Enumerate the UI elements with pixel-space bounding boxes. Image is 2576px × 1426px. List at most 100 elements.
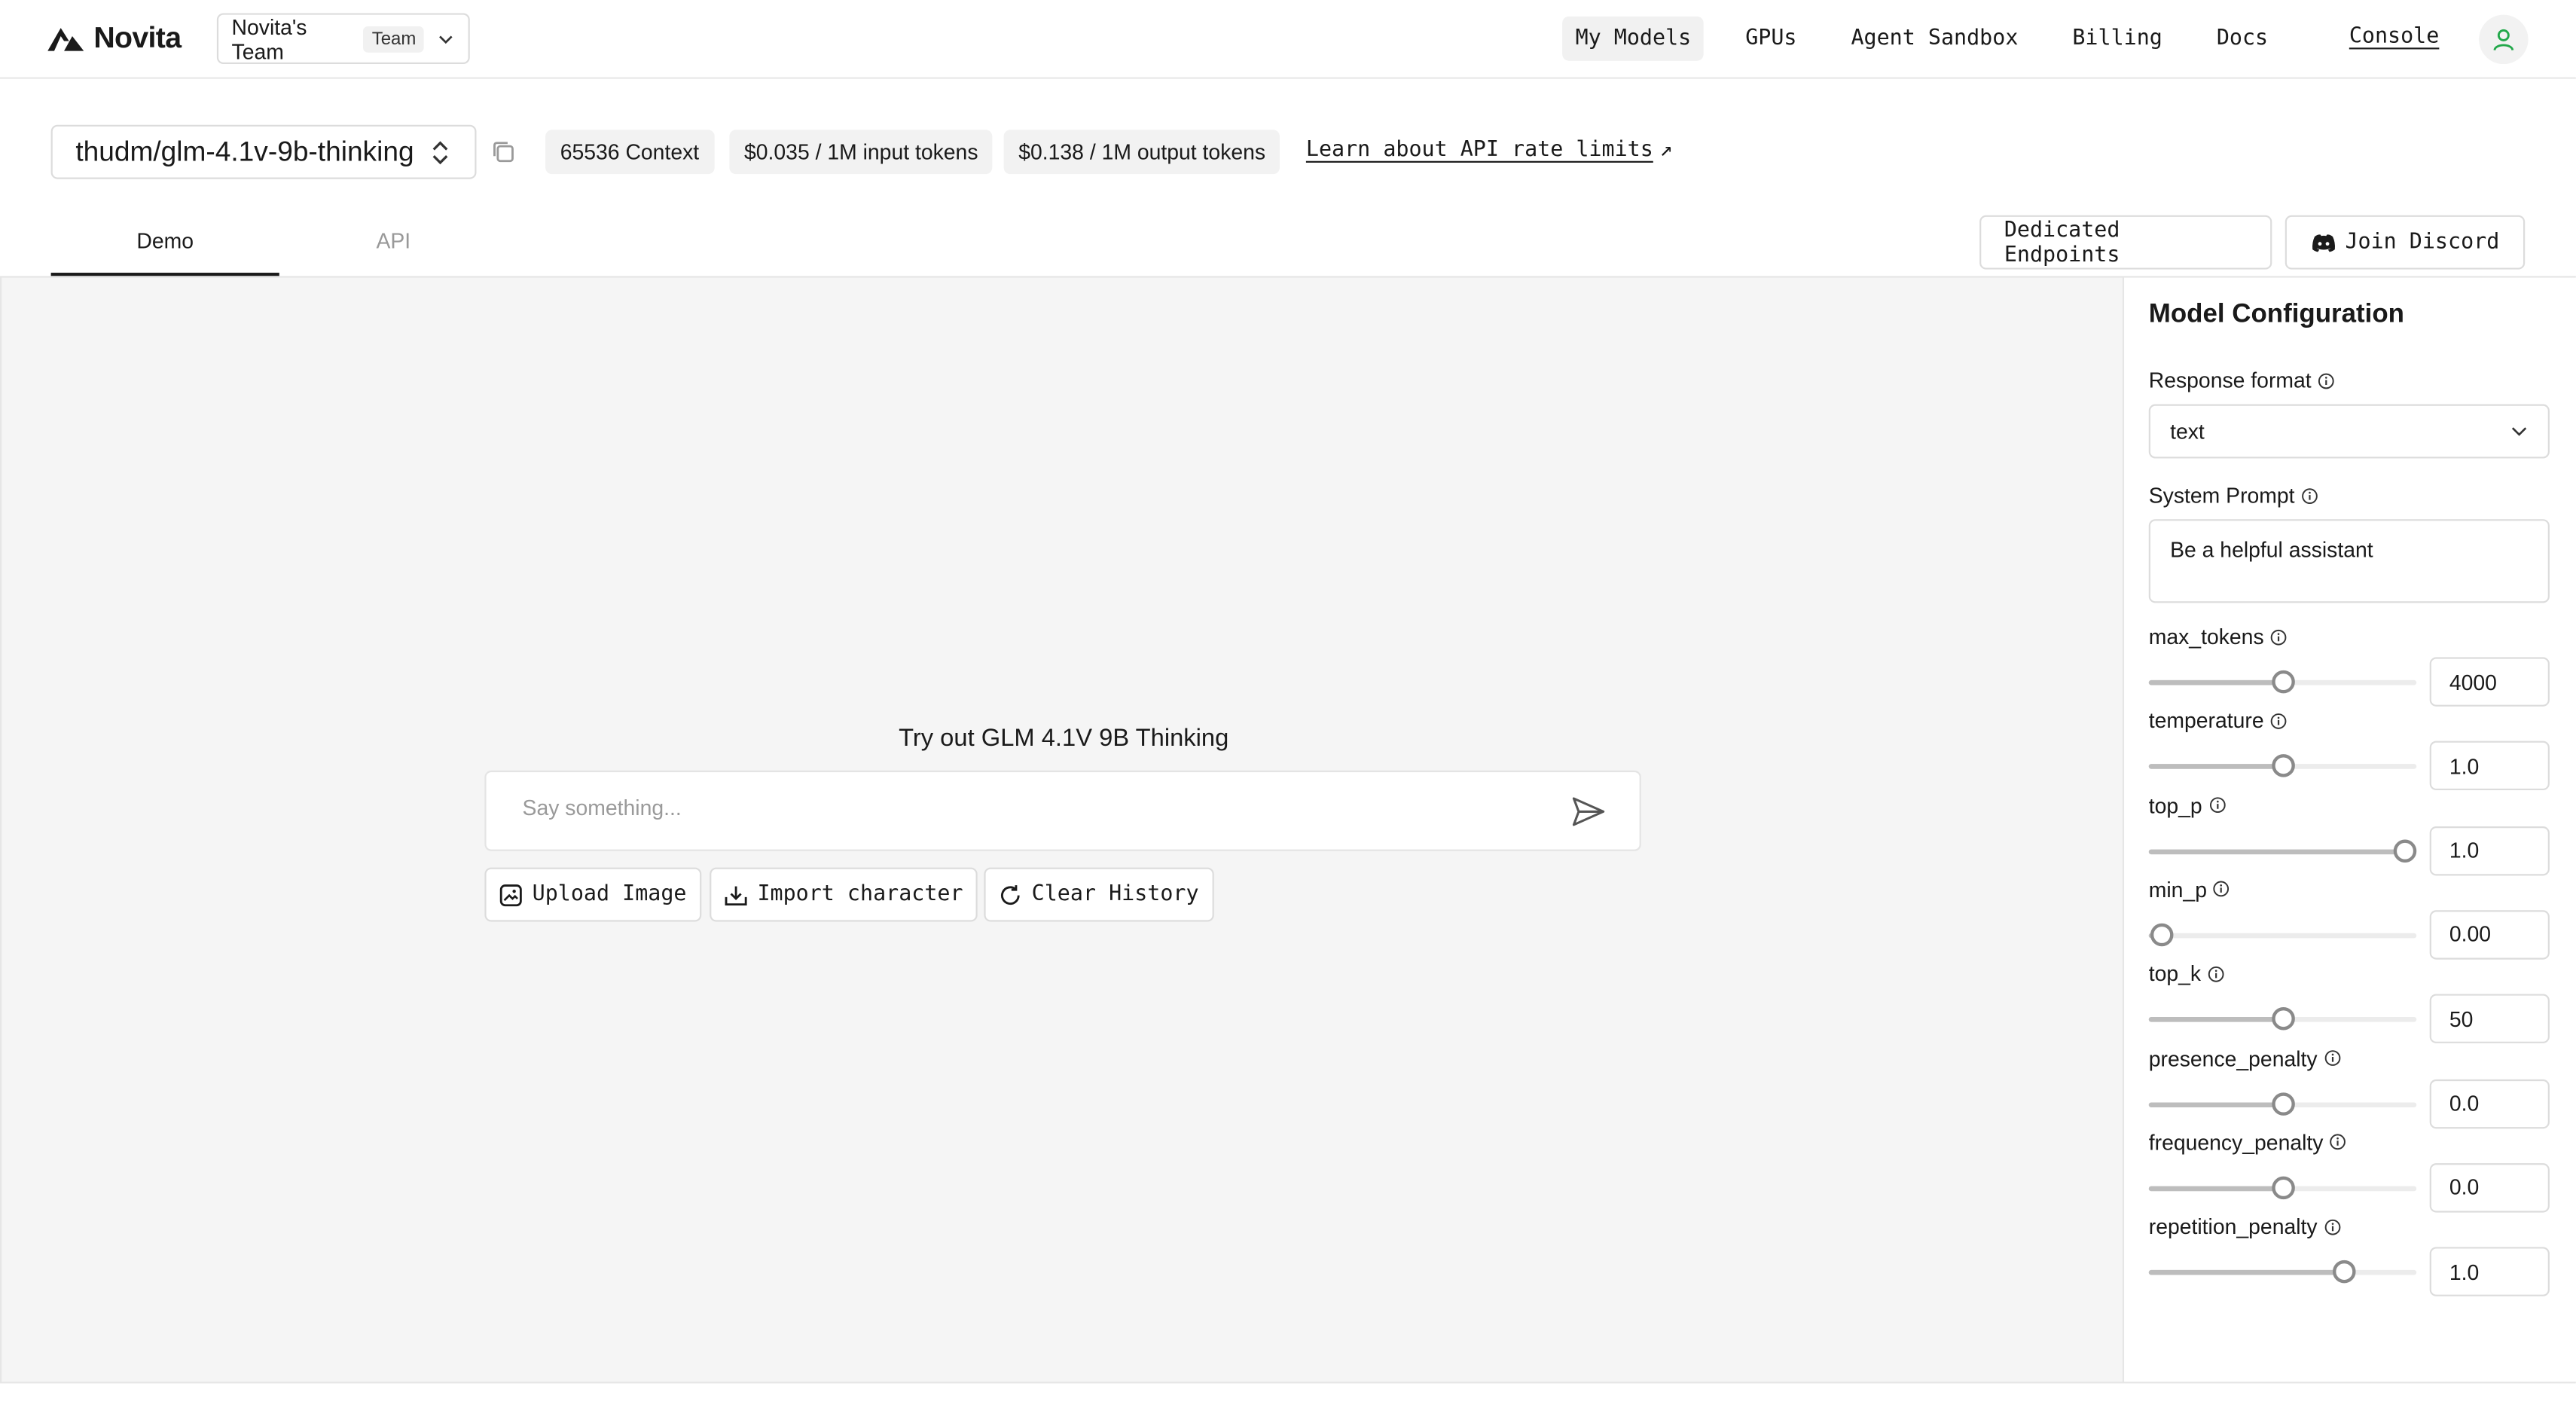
join-discord-label: Join Discord — [2345, 230, 2500, 255]
team-badge: Team — [363, 25, 425, 52]
user-avatar[interactable] — [2479, 14, 2529, 65]
temperature-label: temperature — [2149, 709, 2287, 733]
presence-penalty-input[interactable]: 0.0 — [2429, 1078, 2550, 1128]
copy-icon[interactable] — [490, 138, 517, 166]
info-icon[interactable] — [2330, 1134, 2346, 1151]
upload-image-button[interactable]: Upload Image — [484, 867, 702, 922]
slider-thumb[interactable] — [2332, 1260, 2356, 1284]
import-character-label: Import character — [757, 882, 963, 907]
slider-thumb[interactable] — [2394, 838, 2418, 863]
max-tokens-input[interactable]: 4000 — [2429, 657, 2550, 707]
info-icon[interactable] — [2270, 628, 2287, 645]
system-prompt-input[interactable]: Be a helpful assistant — [2148, 519, 2550, 603]
import-icon — [725, 885, 747, 905]
temperature-input[interactable]: 1.0 — [2429, 741, 2550, 791]
presence-penalty-slider[interactable] — [2148, 1092, 2417, 1115]
top-navbar: Novita Novita's Team Team My Models GPUs… — [0, 0, 2576, 79]
top-p-input[interactable]: 1.0 — [2429, 826, 2550, 875]
info-icon[interactable] — [2324, 1050, 2340, 1067]
chevron-down-icon — [2511, 427, 2527, 436]
nav-my-models[interactable]: My Models — [1562, 16, 1705, 61]
tab-demo[interactable]: Demo — [50, 210, 279, 276]
input-price-chip: $0.035 / 1M input tokens — [729, 130, 993, 175]
slider-fill — [2148, 1017, 2283, 1022]
max-tokens-slider[interactable] — [2148, 670, 2417, 694]
response-format-label: Response format — [2148, 368, 2334, 393]
response-format-label-text: Response format — [2148, 368, 2312, 393]
presence-penalty-label: presence_penalty — [2149, 1046, 2340, 1070]
response-format-value: text — [2170, 419, 2205, 444]
info-icon[interactable] — [2324, 1218, 2340, 1235]
clear-history-label: Clear History — [1031, 882, 1199, 907]
slider-thumb[interactable] — [2271, 1092, 2294, 1115]
dedicated-endpoints-label: Dedicated Endpoints — [2004, 217, 2120, 267]
join-discord-button[interactable]: Join Discord — [2285, 215, 2526, 270]
config-title: Model Configuration — [2148, 301, 2404, 329]
rate-limits-link[interactable]: Learn about API rate limits ↗ — [1306, 138, 1673, 163]
slider-thumb[interactable] — [2271, 754, 2294, 778]
chat-input[interactable] — [522, 795, 1509, 820]
slider-thumb[interactable] — [2271, 670, 2294, 694]
team-selector[interactable]: Novita's Team Team — [216, 13, 470, 65]
min-p-label-text: min_p — [2148, 877, 2208, 902]
top-p-slider[interactable] — [2148, 838, 2418, 863]
min-p-slider[interactable] — [2148, 923, 2417, 947]
top-p-label: top_p — [2149, 793, 2226, 817]
context-chip: 65536 Context — [545, 130, 714, 175]
main-nav: My Models GPUs Agent Sandbox Billing Doc… — [1562, 15, 2281, 63]
demo-title: Try out GLM 4.1V 9B Thinking — [899, 724, 1229, 753]
slider-thumb[interactable] — [2150, 923, 2174, 947]
model-selector[interactable]: thudm/glm-4.1v-9b-thinking — [50, 124, 477, 179]
presence-penalty-label-text: presence_penalty — [2148, 1046, 2318, 1070]
user-icon — [2493, 29, 2514, 51]
nav-billing[interactable]: Billing — [2059, 17, 2175, 61]
nav-agent-sandbox[interactable]: Agent Sandbox — [1838, 17, 2031, 61]
team-name: Novita's Team — [231, 14, 307, 63]
repetition-penalty-label-text: repetition_penalty — [2148, 1214, 2318, 1239]
clear-history-button[interactable]: Clear History — [984, 867, 1214, 922]
system-prompt-label-text: System Prompt — [2148, 483, 2295, 508]
slider-fill — [2148, 1270, 2345, 1275]
chevron-up-down-icon — [432, 140, 448, 164]
info-icon[interactable] — [2208, 966, 2224, 982]
nav-gpus[interactable]: GPUs — [1732, 17, 1810, 61]
info-icon[interactable] — [2208, 797, 2225, 814]
console-link[interactable]: Console — [2349, 25, 2440, 50]
repetition-penalty-slider[interactable] — [2148, 1260, 2417, 1284]
slider-thumb[interactable] — [2271, 1176, 2294, 1199]
info-icon[interactable] — [2301, 487, 2318, 504]
slider-thumb[interactable] — [2271, 1007, 2294, 1031]
nav-docs[interactable]: Docs — [2203, 17, 2281, 61]
import-character-button[interactable]: Import character — [710, 867, 978, 922]
min-p-input[interactable]: 0.00 — [2429, 910, 2550, 960]
refresh-icon — [1001, 884, 1020, 904]
rate-limits-text: Learn about API rate limits — [1305, 138, 1653, 163]
top-k-input[interactable]: 50 — [2429, 994, 2550, 1044]
frequency-penalty-label-text: frequency_penalty — [2148, 1130, 2324, 1155]
dedicated-endpoints-button[interactable]: Dedicated Endpoints — [1979, 215, 2272, 270]
model-configuration-panel: Model Configuration Response format text… — [2124, 276, 2576, 1384]
slider-fill — [2148, 679, 2283, 686]
chat-input-box — [484, 770, 1641, 851]
response-format-select[interactable]: text — [2148, 404, 2550, 459]
novita-logo-icon — [47, 26, 84, 50]
frequency-penalty-label: frequency_penalty — [2149, 1130, 2346, 1155]
temperature-slider[interactable] — [2148, 754, 2417, 778]
chevron-down-icon — [439, 35, 453, 44]
model-name: thudm/glm-4.1v-9b-thinking — [75, 135, 414, 167]
tab-api[interactable]: API — [279, 210, 508, 276]
output-price-chip: $0.138 / 1M output tokens — [1003, 130, 1280, 175]
image-icon — [499, 884, 522, 906]
repetition-penalty-input[interactable]: 1.0 — [2429, 1247, 2550, 1297]
send-icon[interactable] — [1570, 795, 1607, 829]
repetition-penalty-label: repetition_penalty — [2149, 1214, 2340, 1239]
frequency-penalty-slider[interactable] — [2148, 1176, 2417, 1199]
info-icon[interactable] — [2318, 372, 2334, 389]
frequency-penalty-input[interactable]: 0.0 — [2429, 1162, 2550, 1213]
upload-image-label: Upload Image — [532, 882, 687, 907]
info-icon[interactable] — [2270, 713, 2287, 729]
top-k-slider[interactable] — [2148, 1007, 2417, 1031]
novita-logo[interactable]: Novita — [47, 21, 182, 56]
top-k-label: top_k — [2149, 961, 2224, 986]
info-icon[interactable] — [2214, 881, 2230, 898]
